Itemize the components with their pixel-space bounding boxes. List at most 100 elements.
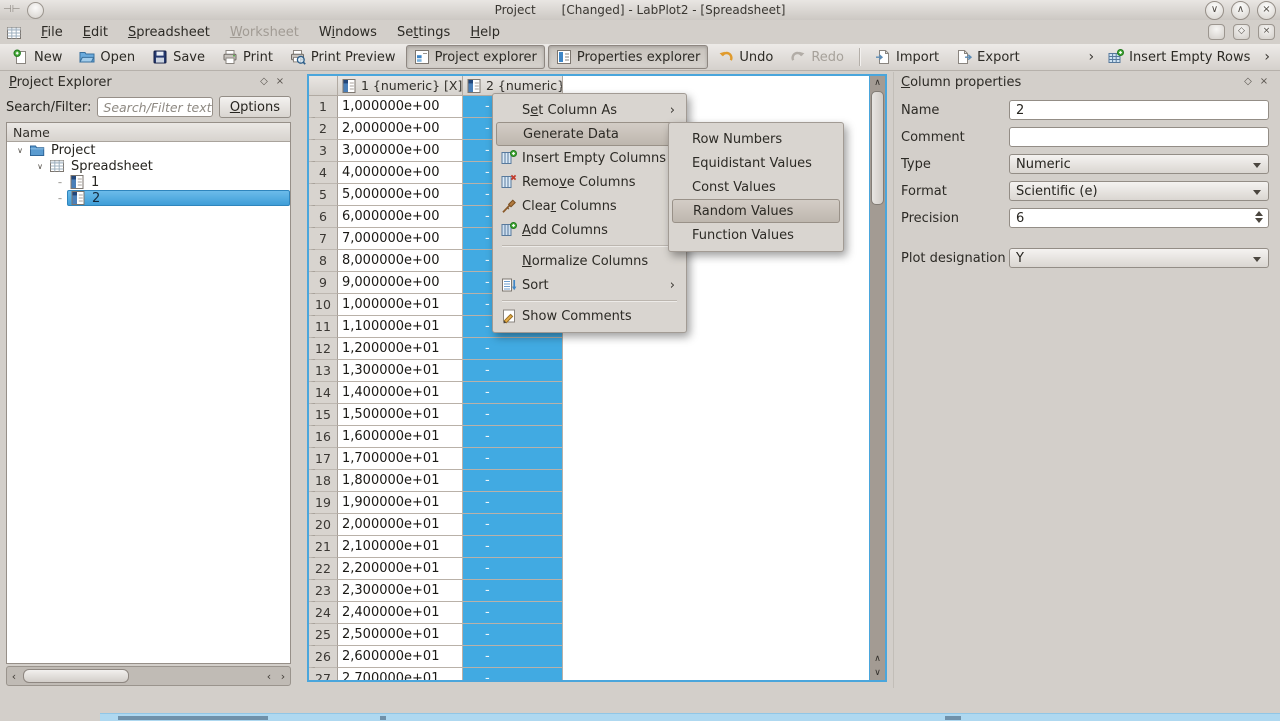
cell-col1[interactable]: 1,000000e+01	[338, 294, 463, 316]
cell-col1[interactable]: 2,000000e+00	[338, 118, 463, 140]
spin-down-icon[interactable]	[1255, 218, 1263, 223]
save-button[interactable]: Save	[145, 46, 212, 68]
cell-col1[interactable]: 1,300000e+01	[338, 360, 463, 382]
tree-header-name[interactable]: Name	[7, 123, 290, 142]
scroll-left-icon[interactable]: ‹	[262, 670, 276, 683]
cell-col1[interactable]: 1,200000e+01	[338, 338, 463, 360]
cell-col1[interactable]: 1,700000e+01	[338, 448, 463, 470]
expander-open-icon[interactable]: ∨	[13, 146, 27, 155]
cell-col1[interactable]: 8,000000e+00	[338, 250, 463, 272]
maximize-button[interactable]: ∧	[1231, 1, 1250, 20]
cell-col1[interactable]: 1,500000e+01	[338, 404, 463, 426]
menubar-item-help[interactable]: Help	[460, 22, 510, 43]
cell-col1[interactable]: 7,000000e+00	[338, 228, 463, 250]
open-button[interactable]: Open	[72, 46, 142, 68]
dock-float-icon[interactable]: ◇	[1240, 75, 1256, 89]
menubar-item-file[interactable]: File	[31, 22, 73, 43]
vscroll-thumb[interactable]	[871, 91, 884, 205]
cell-col2-selected[interactable]: -	[463, 448, 563, 470]
tree-item-spreadsheet[interactable]: ∨Spreadsheet	[7, 158, 290, 174]
tree-item-project[interactable]: ∨Project	[7, 142, 290, 158]
cell-col2-selected[interactable]: -	[463, 536, 563, 558]
cell-col2-selected[interactable]: -	[463, 514, 563, 536]
row-header[interactable]: 7	[309, 228, 338, 250]
row-header[interactable]: 16	[309, 426, 338, 448]
cell-col1[interactable]: 4,000000e+00	[338, 162, 463, 184]
import-button[interactable]: Import	[868, 46, 946, 68]
row-header[interactable]: 23	[309, 580, 338, 602]
row-header[interactable]: 6	[309, 206, 338, 228]
plot-designation-dropdown[interactable]: Y	[1009, 248, 1269, 268]
menu-item-function-values[interactable]: Function Values	[672, 223, 840, 247]
row-header[interactable]: 1	[309, 96, 338, 118]
menu-item-normalize-columns[interactable]: Normalize Columns	[496, 249, 683, 273]
column-header-1[interactable]: 1 {numeric} [X]	[338, 76, 463, 96]
menu-item-row-numbers[interactable]: Row Numbers	[672, 127, 840, 151]
mdi-close-button[interactable]: ×	[1258, 24, 1275, 40]
cell-col2-selected[interactable]: -	[463, 492, 563, 514]
row-header[interactable]: 8	[309, 250, 338, 272]
tree-item-2[interactable]: –2	[7, 190, 290, 206]
cell-col2-selected[interactable]: -	[463, 558, 563, 580]
new-button[interactable]: New	[6, 46, 69, 68]
menubar-item-spreadsheet[interactable]: Spreadsheet	[118, 22, 220, 43]
cell-col2-selected[interactable]: -	[463, 646, 563, 668]
menu-item-const-values[interactable]: Const Values	[672, 175, 840, 199]
cell-col2-selected[interactable]: -	[463, 426, 563, 448]
cell-col2-selected[interactable]: -	[463, 580, 563, 602]
cell-col1[interactable]: 2,600000e+01	[338, 646, 463, 668]
spin-arrows[interactable]	[1255, 211, 1263, 223]
menu-item-equidistant-values[interactable]: Equidistant Values	[672, 151, 840, 175]
hscroll-thumb[interactable]	[23, 669, 129, 683]
project-explorer-button[interactable]: Project explorer	[406, 45, 545, 69]
cell-col1[interactable]: 2,200000e+01	[338, 558, 463, 580]
precision-spinbox[interactable]: 6	[1009, 208, 1269, 228]
scroll-left-icon[interactable]: ‹	[7, 670, 21, 683]
close-button[interactable]: ×	[1257, 1, 1276, 20]
row-header[interactable]: 10	[309, 294, 338, 316]
tree-item-1[interactable]: –1	[7, 174, 290, 190]
print-button[interactable]: Print	[215, 46, 280, 68]
spreadsheet-vscrollbar[interactable]: ∧ ∧ ∨	[869, 76, 885, 680]
comment-field[interactable]	[1009, 127, 1269, 147]
mdi-restore-button[interactable]	[1208, 24, 1225, 40]
select-all-corner[interactable]	[309, 76, 338, 96]
toolbar-overflow-icon[interactable]: ›	[1085, 49, 1099, 65]
export-button[interactable]: Export	[949, 46, 1027, 68]
cell-col1[interactable]: 2,700000e+01	[338, 668, 463, 680]
menu-item-show-comments[interactable]: Show Comments	[496, 304, 683, 328]
menubar-item-edit[interactable]: Edit	[73, 22, 118, 43]
cell-col2-selected[interactable]: -	[463, 470, 563, 492]
format-dropdown[interactable]: Scientific (e)	[1009, 181, 1269, 201]
scroll-up-icon[interactable]: ∧	[870, 76, 885, 90]
cell-col2-selected[interactable]: -	[463, 404, 563, 426]
row-header[interactable]: 4	[309, 162, 338, 184]
menubar-item-windows[interactable]: Windows	[309, 22, 387, 43]
properties-explorer-button[interactable]: Properties explorer	[548, 45, 709, 69]
scroll-right-icon[interactable]: ›	[276, 670, 290, 683]
expander-open-icon[interactable]: ∨	[33, 162, 47, 171]
row-header[interactable]: 25	[309, 624, 338, 646]
row-header[interactable]: 22	[309, 558, 338, 580]
cell-col2-selected[interactable]: -	[463, 668, 563, 680]
menu-item-generate-data[interactable]: Generate Data›	[496, 122, 683, 146]
name-field[interactable]: 2	[1009, 100, 1269, 120]
cell-col1[interactable]: 1,400000e+01	[338, 382, 463, 404]
menu-item-remove-columns[interactable]: Remove Columns	[496, 170, 683, 194]
cell-col1[interactable]: 1,800000e+01	[338, 470, 463, 492]
cell-col1[interactable]: 5,000000e+00	[338, 184, 463, 206]
row-header[interactable]: 2	[309, 118, 338, 140]
cell-col2-selected[interactable]: -	[463, 338, 563, 360]
undo-button[interactable]: Undo	[711, 46, 780, 68]
scroll-up-icon[interactable]: ∧	[870, 652, 885, 666]
row-header[interactable]: 27	[309, 668, 338, 680]
cell-col1[interactable]: 1,100000e+01	[338, 316, 463, 338]
menubar-item-settings[interactable]: Settings	[387, 22, 460, 43]
row-header[interactable]: 24	[309, 602, 338, 624]
toolbar-overflow-icon[interactable]: ›	[1260, 49, 1274, 65]
cell-col1[interactable]: 1,900000e+01	[338, 492, 463, 514]
dock-close-icon[interactable]: ×	[272, 75, 288, 89]
cell-col1[interactable]: 1,000000e+00	[338, 96, 463, 118]
row-header[interactable]: 12	[309, 338, 338, 360]
cell-col2-selected[interactable]: -	[463, 382, 563, 404]
